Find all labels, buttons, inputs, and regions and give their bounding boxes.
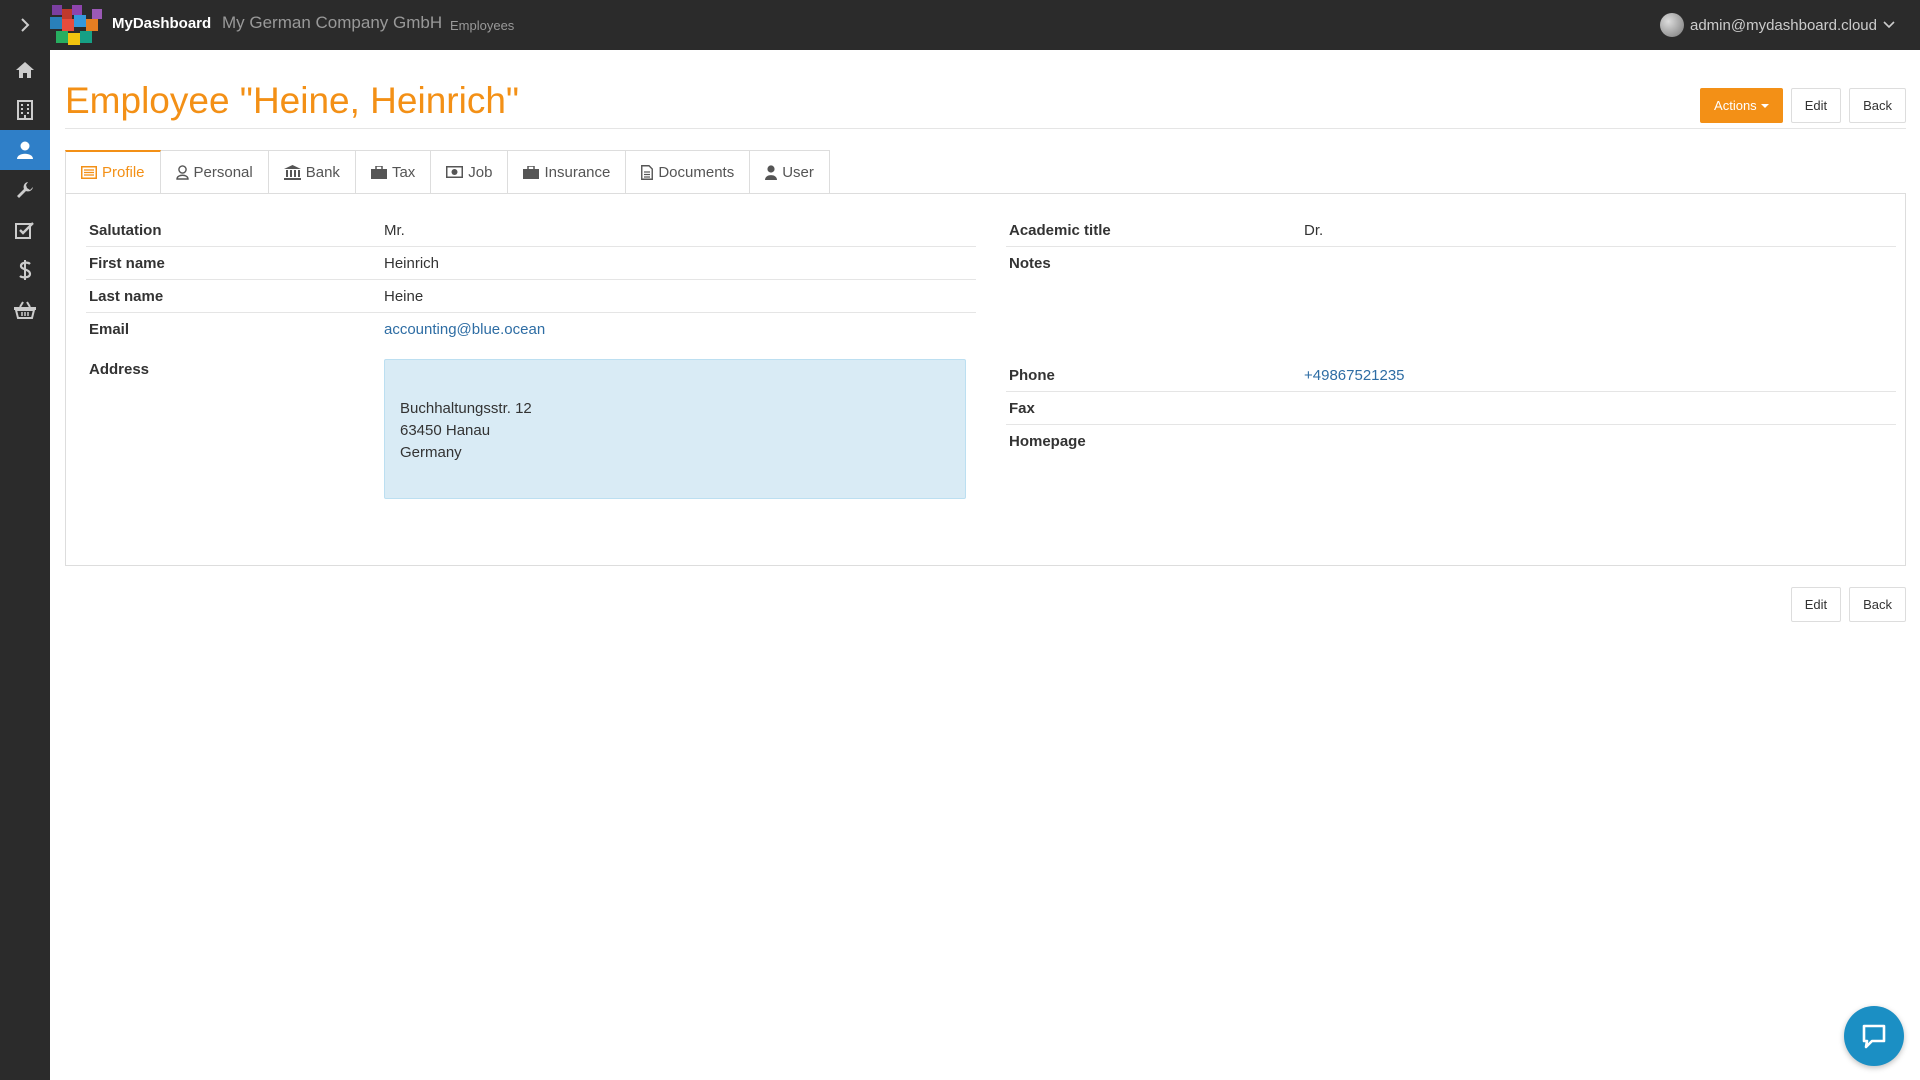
profile-panel: Salutation Mr. First name Heinrich Last … <box>65 193 1906 566</box>
address-line-country: Germany <box>400 444 462 461</box>
tab-label: Bank <box>305 163 340 181</box>
sidebar-item-tools[interactable] <box>0 170 50 210</box>
briefcase-icon <box>523 165 540 179</box>
wrench-icon <box>17 182 33 198</box>
email-label: Email <box>89 321 130 338</box>
tab-label: Tax <box>391 163 416 181</box>
profile-right-column: Academic title Dr. Notes <box>1006 214 1896 280</box>
basket-icon <box>14 301 36 319</box>
sidebar-item-company[interactable] <box>0 90 50 130</box>
tab-label: Insurance <box>544 163 611 181</box>
user-icon <box>17 141 33 159</box>
bank-icon <box>283 164 301 180</box>
tab-personal[interactable]: Personal <box>160 150 269 194</box>
page-title: Employee "Heine, Heinrich" <box>65 80 520 121</box>
sidebar-item-finance[interactable] <box>0 250 50 290</box>
chat-widget-button[interactable] <box>1844 1006 1904 1066</box>
tab-label: Profile <box>102 164 145 181</box>
address-line-city: 63450 Hanau <box>400 422 491 439</box>
footer-actions: Edit Back <box>1790 587 1906 622</box>
first-name-row: First name Heinrich <box>86 247 976 280</box>
email-row: Email accounting@blue.ocean <box>86 313 976 346</box>
notes-label: Notes <box>1009 255 1051 272</box>
address-line-street: Buchhaltungsstr. 12 <box>400 400 532 417</box>
briefcase-icon <box>370 165 387 179</box>
homepage-label: Homepage <box>1009 433 1086 450</box>
first-name-label: First name <box>89 254 165 272</box>
caret-down-icon <box>1760 103 1769 108</box>
salutation-label: Salutation <box>89 221 162 239</box>
notes-row: Notes <box>1006 247 1896 280</box>
first-name-value: Heinrich <box>384 254 440 272</box>
top-bar: MyDashboard My German Company GmbH Emplo… <box>0 0 1920 50</box>
fax-label: Fax <box>1009 399 1035 417</box>
dollar-icon <box>19 260 32 280</box>
sidebar-toggle-button[interactable] <box>0 0 50 50</box>
chat-bubble-icon <box>1862 1024 1886 1049</box>
chevron-right-icon <box>21 18 30 32</box>
tab-bank[interactable]: Bank <box>268 150 356 194</box>
tab-user[interactable]: User <box>750 150 830 194</box>
profile-left-column: Salutation Mr. First name Heinrich Last … <box>86 214 976 346</box>
sidebar-item-employees[interactable] <box>0 130 50 170</box>
list-icon <box>81 166 97 179</box>
actions-dropdown-button[interactable]: Actions <box>1700 88 1783 123</box>
tab-tax[interactable]: Tax <box>355 150 432 194</box>
back-button-bottom[interactable]: Back <box>1849 587 1906 622</box>
address-box: Buchhaltungsstr. 12 63450 Hanau Germany <box>384 359 966 499</box>
tab-job[interactable]: Job <box>431 150 509 194</box>
sidebar <box>0 50 50 1080</box>
mydashboard-logo[interactable] <box>50 5 105 45</box>
tab-label: Documents <box>658 163 735 181</box>
academic-title-value: Dr. <box>1304 221 1324 239</box>
last-name-value: Heine <box>384 287 424 305</box>
actions-label: Actions <box>1714 98 1757 113</box>
phone-link[interactable]: +49867521235 <box>1304 367 1405 384</box>
fax-row: Fax <box>1006 392 1896 425</box>
contact-column: Phone +49867521235 Fax Homepage <box>1006 359 1896 458</box>
tab-documents[interactable]: Documents <box>626 150 751 194</box>
tab-label: Personal <box>193 163 253 181</box>
breadcrumb[interactable]: Employees <box>450 18 514 33</box>
academic-title-row: Academic title Dr. <box>1006 214 1896 247</box>
last-name-label: Last name <box>89 287 164 305</box>
user-menu[interactable]: admin@mydashboard.cloud <box>1660 12 1895 38</box>
back-button[interactable]: Back <box>1849 88 1906 123</box>
edit-button-bottom[interactable]: Edit <box>1790 587 1842 622</box>
tab-bar: Profile Personal Bank Tax Job Insurance … <box>65 150 830 194</box>
user-icon <box>765 164 778 180</box>
sidebar-item-tasks[interactable] <box>0 210 50 250</box>
user-email: admin@mydashboard.cloud <box>1690 16 1877 34</box>
academic-title-label: Academic title <box>1009 221 1111 239</box>
edit-button[interactable]: Edit <box>1790 88 1842 123</box>
sidebar-item-shop[interactable] <box>0 290 50 330</box>
company-name[interactable]: My German Company GmbH <box>222 13 442 33</box>
checkbox-icon <box>15 222 34 239</box>
address-label: Address <box>89 361 150 378</box>
tab-profile[interactable]: Profile <box>65 150 161 194</box>
money-icon <box>446 166 464 178</box>
avatar <box>1660 13 1684 37</box>
salutation-value: Mr. <box>384 221 405 239</box>
tab-label: User <box>782 163 814 181</box>
homepage-row: Homepage <box>1006 425 1896 458</box>
chevron-down-icon <box>1883 21 1895 29</box>
building-icon <box>17 100 33 120</box>
email-link[interactable]: accounting@blue.ocean <box>384 321 545 338</box>
home-icon <box>16 62 34 78</box>
document-icon <box>641 164 654 180</box>
sidebar-item-home[interactable] <box>0 50 50 90</box>
user-outline-icon <box>175 164 189 180</box>
tab-label: Job <box>468 163 493 181</box>
tab-insurance[interactable]: Insurance <box>508 150 627 194</box>
phone-row: Phone +49867521235 <box>1006 359 1896 392</box>
last-name-row: Last name Heine <box>86 280 976 313</box>
brand-name[interactable]: MyDashboard <box>112 15 211 32</box>
header-actions: Actions Edit Back <box>1700 88 1906 123</box>
divider <box>65 128 1906 129</box>
address-row: Address Buchhaltungsstr. 12 63450 Hanau … <box>86 359 976 499</box>
salutation-row: Salutation Mr. <box>86 214 976 247</box>
phone-label: Phone <box>1009 366 1055 384</box>
